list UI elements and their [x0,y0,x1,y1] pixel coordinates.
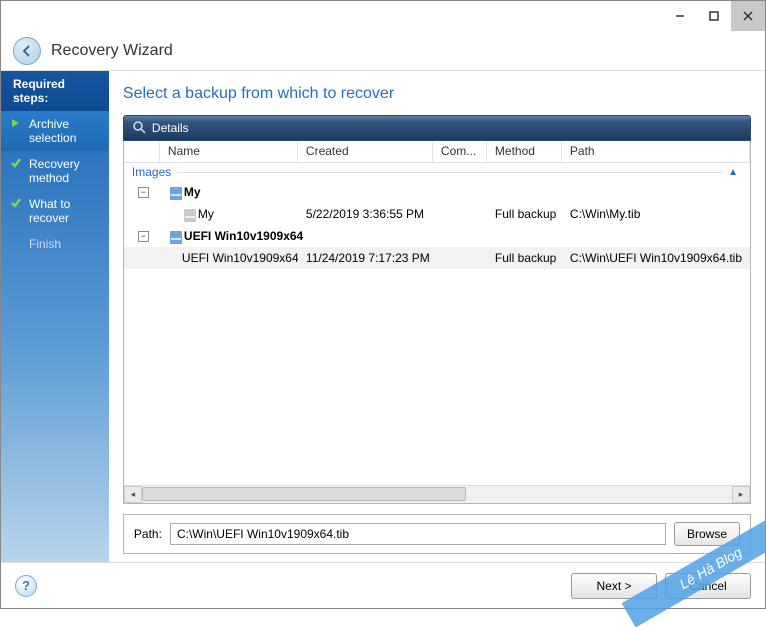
help-button[interactable]: ? [15,575,37,597]
backup-name: My [198,207,214,221]
disk-icon [168,228,184,244]
backup-created: 11/24/2019 7:17:23 PM [298,251,433,265]
expander-minus-icon[interactable]: − [138,187,149,198]
path-label: Path: [134,527,162,541]
step-finish: Finish [1,231,109,257]
titlebar [1,1,765,31]
backup-name: UEFI Win10v1909x64 [182,251,298,265]
next-button[interactable]: Next > [571,573,657,599]
back-button[interactable] [13,37,41,65]
browse-button[interactable]: Browse [674,522,740,546]
backup-method: Full backup [487,251,562,265]
step-archive-selection[interactable]: Archive selection [1,111,109,151]
magnifier-icon [132,120,146,137]
column-created[interactable]: Created [298,141,433,162]
scroll-left-icon[interactable]: ◂ [124,486,142,503]
scroll-track[interactable] [142,486,732,503]
backup-path: C:\Win\UEFI Win10v1909x64.tib [562,251,750,265]
wizard-header: Recovery Wizard [1,31,765,71]
backup-name: My [184,185,201,199]
horizontal-scrollbar[interactable]: ◂ ▸ [124,485,750,503]
check-icon [10,157,22,172]
cancel-button[interactable]: Cancel [665,573,751,599]
column-path[interactable]: Path [562,141,750,162]
group-images[interactable]: Images ▲ [124,163,750,181]
minimize-button[interactable] [663,1,697,31]
step-label: What to recover [29,197,70,225]
scroll-right-icon[interactable]: ▸ [732,486,750,503]
collapse-icon: ▲ [728,167,738,178]
maximize-button[interactable] [697,1,731,31]
backup-path: C:\Win\My.tib [562,207,750,221]
step-label: Recovery method [29,157,80,185]
backup-method: Full backup [487,207,562,221]
check-icon [10,197,22,212]
step-recovery-method[interactable]: Recovery method [1,151,109,191]
main-panel: Select a backup from which to recover De… [109,71,765,562]
wizard-title: Recovery Wizard [51,42,173,60]
list-body: Images ▲ − My [124,163,750,485]
backup-list: Name Created Com... Method Path Images ▲… [123,141,751,504]
main-title: Select a backup from which to recover [123,85,751,103]
sidebar: Required steps: Archive selection Recove… [1,71,109,562]
step-label: Finish [29,237,61,251]
disk-icon [182,206,198,222]
close-button[interactable] [731,1,765,31]
path-input[interactable] [170,523,666,545]
expander-minus-icon[interactable]: − [138,231,149,242]
details-label: Details [152,121,189,135]
footer: ? Next > Cancel [1,562,765,608]
disk-icon [168,184,184,200]
scroll-thumb[interactable] [142,487,467,501]
group-label: Images [132,165,171,179]
arrow-right-icon [10,117,22,132]
backup-name: UEFI Win10v1909x64 [184,229,303,243]
backup-group[interactable]: − My [124,181,750,203]
list-header: Name Created Com... Method Path [124,141,750,163]
details-toolbar: Details [123,115,751,141]
backup-group[interactable]: − UEFI Win10v1909x64 [124,225,750,247]
column-spacer [124,141,160,162]
backup-created: 5/22/2019 3:36:55 PM [298,207,433,221]
column-name[interactable]: Name [160,141,298,162]
column-method[interactable]: Method [487,141,562,162]
required-steps-header: Required steps: [1,71,109,111]
column-comment[interactable]: Com... [433,141,487,162]
arrow-left-icon [20,44,34,58]
backup-item[interactable]: UEFI Win10v1909x64 11/24/2019 7:17:23 PM… [124,247,750,269]
path-row: Path: Browse [123,514,751,554]
step-label: Archive selection [29,117,76,145]
step-what-to-recover[interactable]: What to recover [1,191,109,231]
backup-item[interactable]: My 5/22/2019 3:36:55 PM Full backup C:\W… [124,203,750,225]
